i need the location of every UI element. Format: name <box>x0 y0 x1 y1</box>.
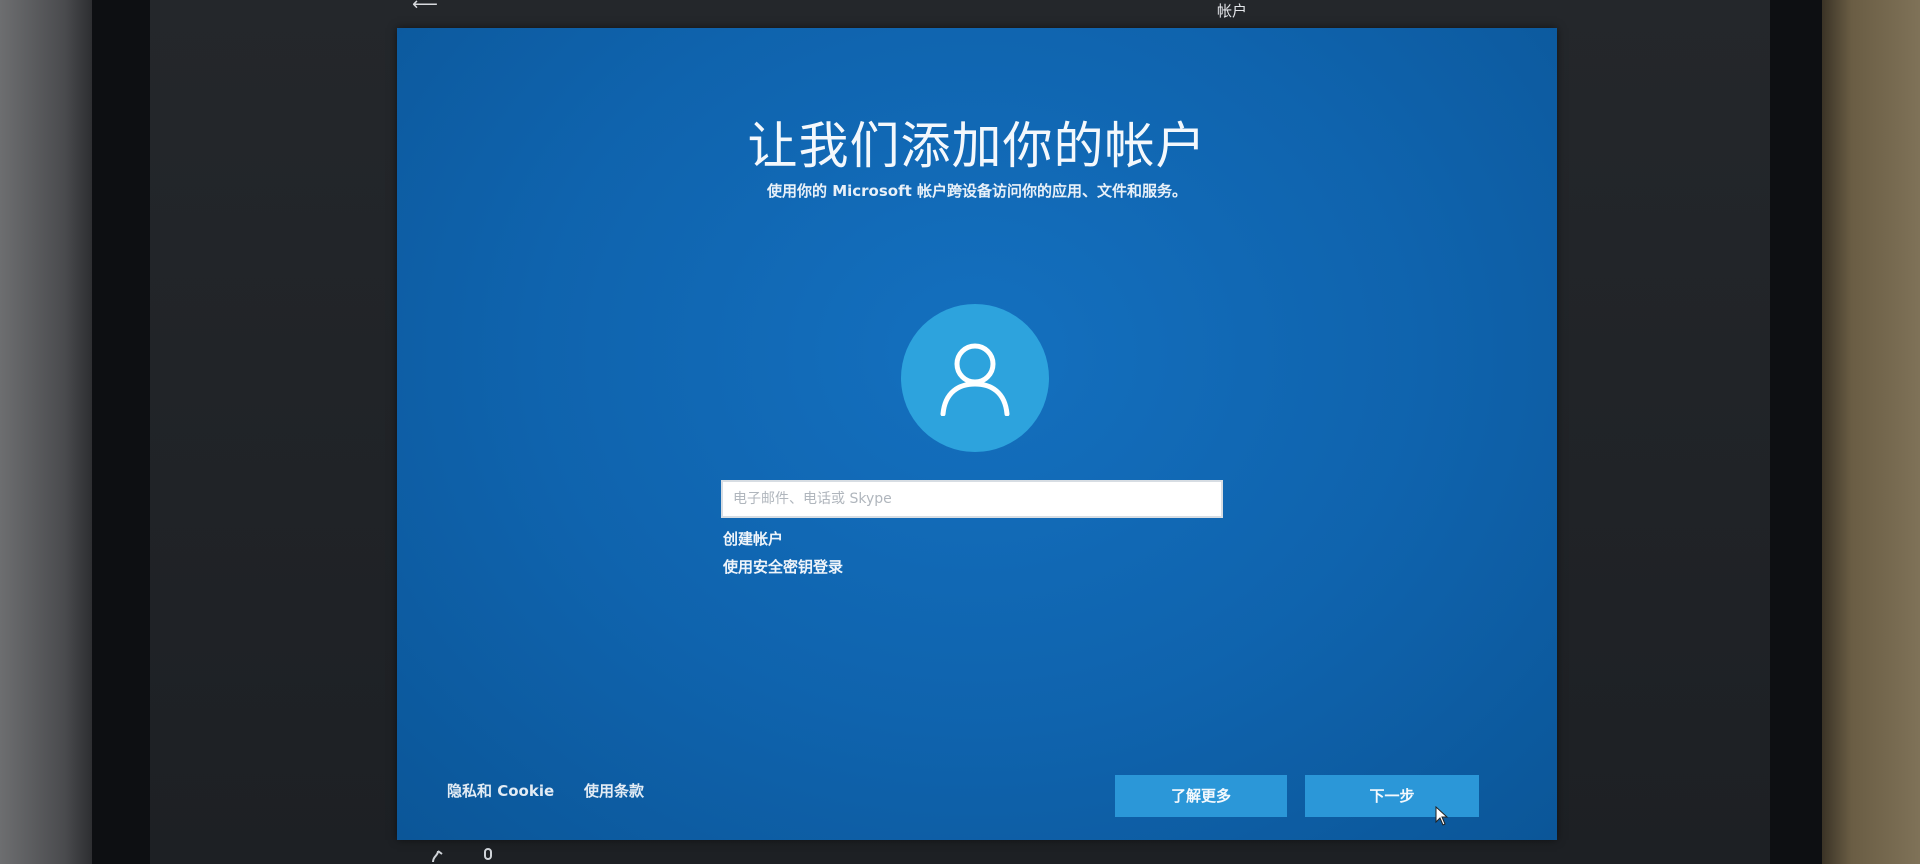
microphone-icon[interactable] <box>482 848 494 864</box>
back-arrow-icon[interactable]: ⟵ <box>412 0 438 15</box>
privacy-cookie-link[interactable]: 隐私和 Cookie <box>447 780 554 801</box>
next-button[interactable]: 下一步 <box>1305 775 1479 817</box>
page-subtitle: 使用你的 Microsoft 帐户跨设备访问你的应用、文件和服务。 <box>766 182 1188 200</box>
create-account-link[interactable]: 创建帐户 <box>723 528 783 549</box>
mouse-pointer-icon <box>1435 806 1449 826</box>
page-title: 让我们添加你的帐户 <box>747 117 1207 175</box>
accessibility-icon[interactable] <box>430 848 446 864</box>
account-email-field[interactable] <box>721 480 1223 518</box>
account-setup-dialog: 让我们添加你的帐户 使用你的 Microsoft 帐户跨设备访问你的应用、文件和… <box>397 28 1557 840</box>
learn-more-button[interactable]: 了解更多 <box>1115 775 1287 817</box>
security-key-signin-link[interactable]: 使用安全密钥登录 <box>723 556 843 577</box>
user-silhouette-icon <box>940 343 1010 416</box>
tab-account[interactable]: 帐户 <box>1208 0 1256 21</box>
terms-of-use-link[interactable]: 使用条款 <box>584 780 644 801</box>
avatar <box>901 304 1049 452</box>
background-wall-left <box>0 0 92 864</box>
photo-of-monitor: ⟵ 帐户 让我们添加你的帐户 使用你的 Microsoft 帐户跨设备访问你的应… <box>0 0 1920 864</box>
background-wall-right <box>1822 0 1920 864</box>
